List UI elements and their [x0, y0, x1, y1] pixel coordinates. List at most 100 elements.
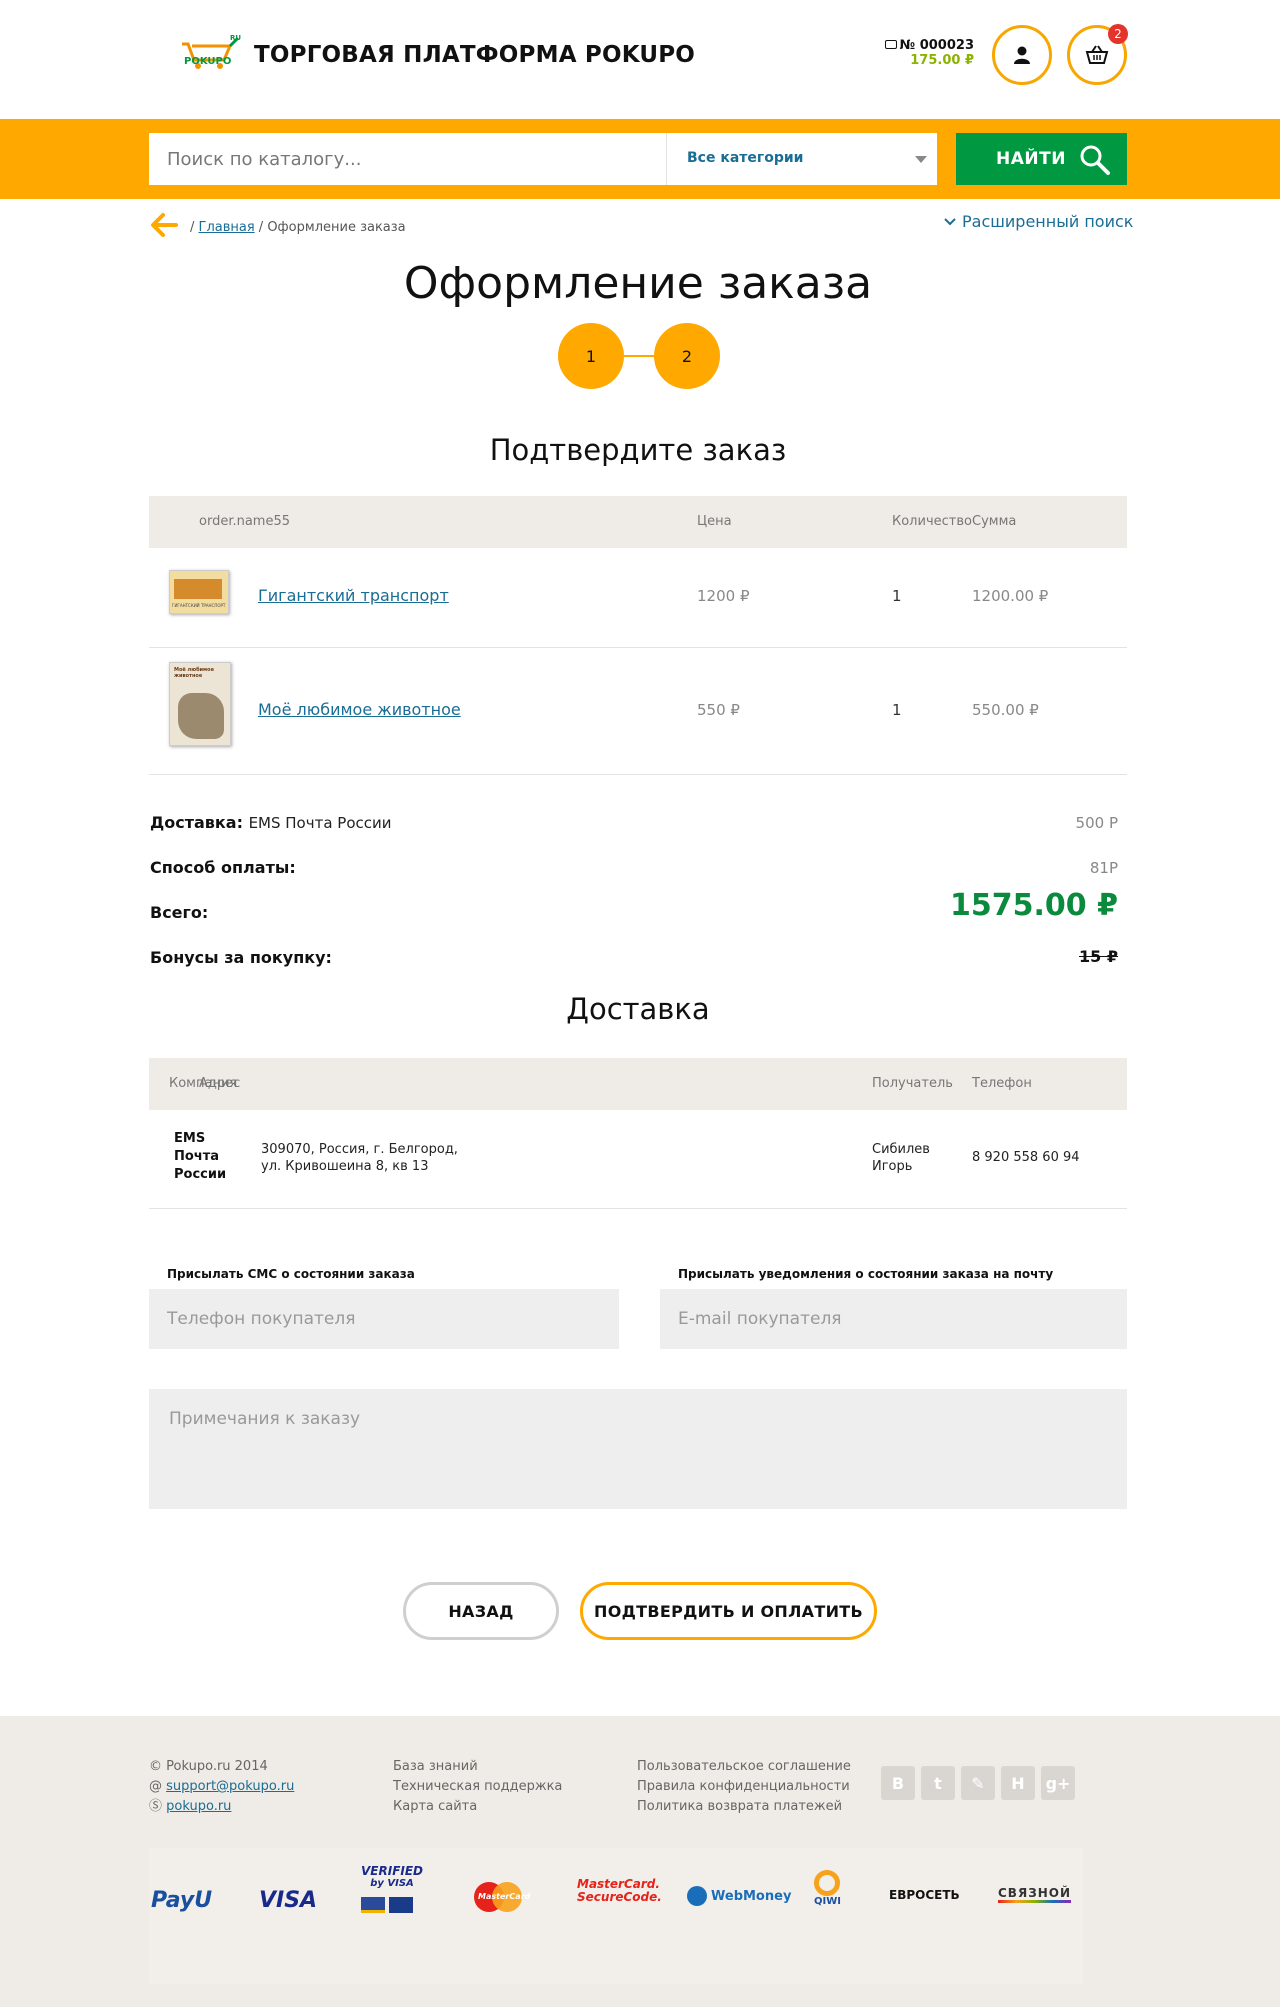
product-image[interactable]: Моё любимое животное — [169, 662, 231, 746]
total-value: 1575.00 ₽ — [950, 888, 1118, 923]
basket-icon — [1085, 45, 1109, 64]
site-logo[interactable]: POKUPO RU — [178, 34, 244, 76]
delivery-company: EMS Почта России — [174, 1131, 227, 1182]
product-sum: 550.00 ₽ — [972, 701, 1039, 719]
advanced-search-link[interactable]: Расширенный поиск — [944, 212, 1133, 231]
product-qty: 1 — [892, 587, 902, 605]
payment-price: 81Р — [1089, 859, 1118, 877]
footer-link-user-agreement[interactable]: Пользовательское соглашение — [637, 1757, 851, 1777]
back-arrow-icon[interactable] — [150, 212, 178, 242]
cart-count-badge: 2 — [1108, 24, 1128, 44]
delivery-title: Доставка — [566, 992, 710, 1026]
step-connector — [624, 355, 654, 357]
visa-logo: VISA — [259, 1888, 318, 1913]
delivery-phone: 8 920 558 60 94 — [972, 1150, 1080, 1165]
chevron-down-icon — [944, 217, 956, 225]
product-image[interactable]: ГИГАНТСКИЙ ТРАНСПОРТ — [169, 570, 229, 614]
footer-link-refund-policy[interactable]: Политика возврата платежей — [637, 1797, 851, 1817]
step-1[interactable]: 1 — [558, 323, 624, 389]
footer-contacts: © Pokupo.ru 2014 @ support@pokupo.ru Ⓢ p… — [149, 1757, 294, 1817]
user-icon — [1014, 46, 1030, 64]
order-summary[interactable]: № 000023 175.00 ₽ — [880, 38, 974, 68]
habr-icon[interactable]: Н — [1001, 1766, 1035, 1800]
search-icon — [1080, 145, 1110, 175]
bonus-value: 15 ₽ — [1079, 947, 1118, 966]
delivery-label: Доставка: — [150, 813, 243, 832]
chevron-down-icon — [915, 156, 927, 163]
search-button[interactable]: НАЙТИ — [956, 133, 1127, 185]
table-row: EMS Почта России 309070, Россия, г. Белг… — [149, 1110, 1127, 1209]
delivery-price: 500 Р — [1075, 814, 1118, 832]
column-header-address: Адрес — [199, 1076, 241, 1091]
delivery-recipient: Сибилев Игорь — [872, 1142, 930, 1174]
category-select-value: Все категории — [687, 150, 804, 166]
column-header-sum: Сумма — [972, 514, 1017, 529]
qiwi-logo: QIWI — [814, 1870, 841, 1907]
column-header-qty: Количество — [892, 514, 972, 529]
back-button[interactable]: НАЗАД — [403, 1582, 559, 1640]
securecode-logo: MasterCard. SecureCode. — [577, 1877, 662, 1904]
footer-links-legal: Пользовательское соглашение Правила конф… — [637, 1757, 851, 1817]
payu-logo: PayU — [151, 1888, 213, 1913]
email-input[interactable] — [660, 1289, 1127, 1349]
phone-input[interactable] — [149, 1289, 619, 1349]
column-header-recipient: Получатель — [872, 1076, 953, 1091]
column-header-name: order.name55 — [199, 514, 291, 529]
vk-icon[interactable]: В — [881, 1766, 915, 1800]
email-icon: @ — [149, 1779, 162, 1794]
webmoney-logo: WebMoney — [687, 1886, 791, 1906]
logo-text: POKUPO — [184, 56, 232, 67]
page-title: Оформление заказа — [403, 258, 873, 309]
site-title: ТОРГОВАЯ ПЛАТФОРМА POKUPO — [254, 42, 696, 68]
breadcrumb-current: Оформление заказа — [267, 220, 406, 235]
product-sum: 1200.00 ₽ — [972, 587, 1049, 605]
search-button-label: НАЙТИ — [996, 149, 1066, 169]
payment-methods: PayU VISA VERIFIED by VISA MasterCard Ma… — [149, 1848, 1083, 1984]
copyright-text: Pokupo.ru 2014 — [166, 1759, 268, 1774]
delivery-value: EMS Почта России — [248, 814, 392, 832]
twitter-icon[interactable]: t — [921, 1766, 955, 1800]
delivery-summary: Доставка: EMS Почта России — [150, 813, 392, 832]
confirm-and-pay-button[interactable]: ПОДТВЕРДИТЬ И ОПЛАТИТЬ — [580, 1582, 877, 1640]
euroset-logo: ЕВРОСЕТЬ — [889, 1888, 960, 1902]
advanced-search-label: Расширенный поиск — [962, 212, 1134, 231]
sms-label: Присылать СМС о состоянии заказа — [167, 1267, 415, 1281]
svyaznoy-logo: СВЯЗНОЙ — [998, 1886, 1072, 1903]
category-select[interactable]: Все категории — [666, 133, 937, 185]
payment-label: Способ оплаты: — [150, 858, 296, 877]
table-row: Моё любимое животное Моё любимое животно… — [149, 648, 1127, 775]
email-label: Присылать уведомления о состоянии заказа… — [678, 1267, 1054, 1281]
column-header-phone: Телефон — [972, 1076, 1032, 1091]
product-link[interactable]: Моё любимое животное — [258, 700, 461, 719]
footer-link-sitemap[interactable]: Карта сайта — [393, 1797, 562, 1817]
skype-link[interactable]: pokupo.ru — [166, 1799, 231, 1814]
step-2[interactable]: 2 — [654, 323, 720, 389]
order-sum: 175.00 ₽ — [910, 53, 974, 68]
mastercard-logo: MasterCard — [474, 1880, 530, 1914]
confirm-order-title: Подтвердите заказ — [489, 433, 787, 467]
support-email-link[interactable]: support@pokupo.ru — [166, 1779, 294, 1794]
verified-by-visa-logo: VERIFIED by VISA — [361, 1864, 423, 1913]
product-price: 550 ₽ — [697, 701, 740, 719]
social-links: В t ✎ Н g+ — [881, 1766, 1075, 1800]
user-button[interactable] — [992, 25, 1052, 85]
footer-link-support[interactable]: Техническая поддержка — [393, 1777, 562, 1797]
product-image-caption: Моё любимое животное — [174, 667, 214, 679]
column-header-price: Цена — [697, 514, 732, 529]
bonus-label: Бонусы за покупку: — [150, 948, 332, 967]
search-input[interactable] — [149, 133, 666, 185]
globe-icon — [687, 1886, 707, 1906]
footer-link-privacy[interactable]: Правила конфиденциальности — [637, 1777, 851, 1797]
footer-link-knowledge-base[interactable]: База знаний — [393, 1757, 562, 1777]
breadcrumb-home-link[interactable]: Главная — [199, 220, 255, 235]
product-qty: 1 — [892, 701, 902, 719]
google-plus-icon[interactable]: g+ — [1041, 1766, 1075, 1800]
logo-tld: RU — [230, 34, 242, 42]
product-link[interactable]: Гигантский транспорт — [258, 586, 449, 605]
total-label: Всего: — [150, 903, 209, 922]
cart-button[interactable]: 2 — [1067, 24, 1128, 85]
livejournal-icon[interactable]: ✎ — [961, 1766, 995, 1800]
order-notes-textarea[interactable] — [149, 1389, 1127, 1509]
breadcrumb: / Главная / Оформление заказа — [190, 220, 406, 235]
product-image-caption: ГИГАНТСКИЙ ТРАНСПОРТ — [172, 603, 226, 608]
